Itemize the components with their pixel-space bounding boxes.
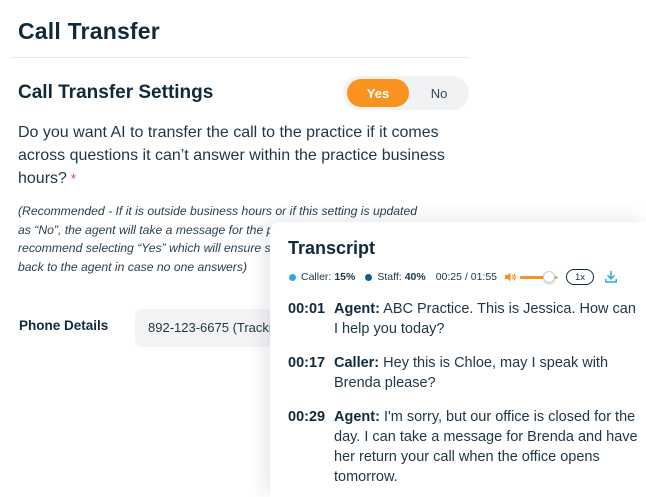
volume-thumb[interactable] [542,271,555,283]
required-marker: * [70,171,76,186]
transcript-lines: 00:01 Agent: ABC Practice. This is Jessi… [288,299,638,497]
line-message: Agent: I'm sorry, but our office is clos… [334,407,638,487]
question-text: Do you want AI to transfer the call to t… [18,124,445,187]
line-timestamp[interactable]: 00:29 [288,407,334,487]
line-text: ABC Practice. This is Jessica. How can I… [334,301,636,337]
divider [10,57,470,58]
staff-label: Staff: [377,271,402,283]
transcript-title: Transcript [288,238,376,258]
toggle-yes-option[interactable]: Yes [347,79,409,107]
line-speaker: Agent: [334,409,380,425]
caller-dot-icon [289,273,296,281]
phone-details-label: Phone Details [19,318,109,333]
audio-player: Caller: 15% Staff: 40% 00:25 / 01:55 1x [289,268,618,286]
transfer-question: Do you want AI to transfer the call to t… [18,121,470,190]
caller-percentage: 15% [334,271,356,283]
section-title: Call Transfer Settings [18,82,214,103]
toggle-no-option[interactable]: No [413,79,465,107]
caller-share: Caller: 15% [289,271,355,283]
volume-icon[interactable] [504,271,517,283]
transcript-line: 00:01 Agent: ABC Practice. This is Jessi… [288,299,638,339]
caller-label: Caller: [301,271,332,283]
playback-speed-button[interactable]: 1x [566,269,595,285]
line-message: Caller: Hey this is Chloe, may I speak w… [334,353,638,393]
staff-dot-icon [365,273,373,281]
transcript-popup: Transcript Caller: 15% Staff: 40% 00:25 … [270,222,646,497]
staff-share: Staff: 40% [365,271,426,283]
line-text: I'm sorry, but our office is closed for … [334,409,638,485]
line-timestamp[interactable]: 00:01 [288,299,334,339]
page-title: Call Transfer [18,18,160,44]
line-speaker: Agent: [334,301,380,317]
download-icon[interactable] [604,270,618,284]
volume-slider[interactable] [520,271,559,283]
transfer-toggle[interactable]: Yes No [343,76,469,110]
transcript-line: 00:29 Agent: I'm sorry, but our office i… [288,407,638,487]
staff-percentage: 40% [404,271,426,283]
transcript-line: 00:17 Caller: Hey this is Chloe, may I s… [288,353,638,393]
line-speaker: Caller: [334,355,380,371]
line-timestamp[interactable]: 00:17 [288,353,334,393]
line-message: Agent: ABC Practice. This is Jessica. Ho… [334,299,638,339]
playback-time: 00:25 / 01:55 [435,271,498,283]
